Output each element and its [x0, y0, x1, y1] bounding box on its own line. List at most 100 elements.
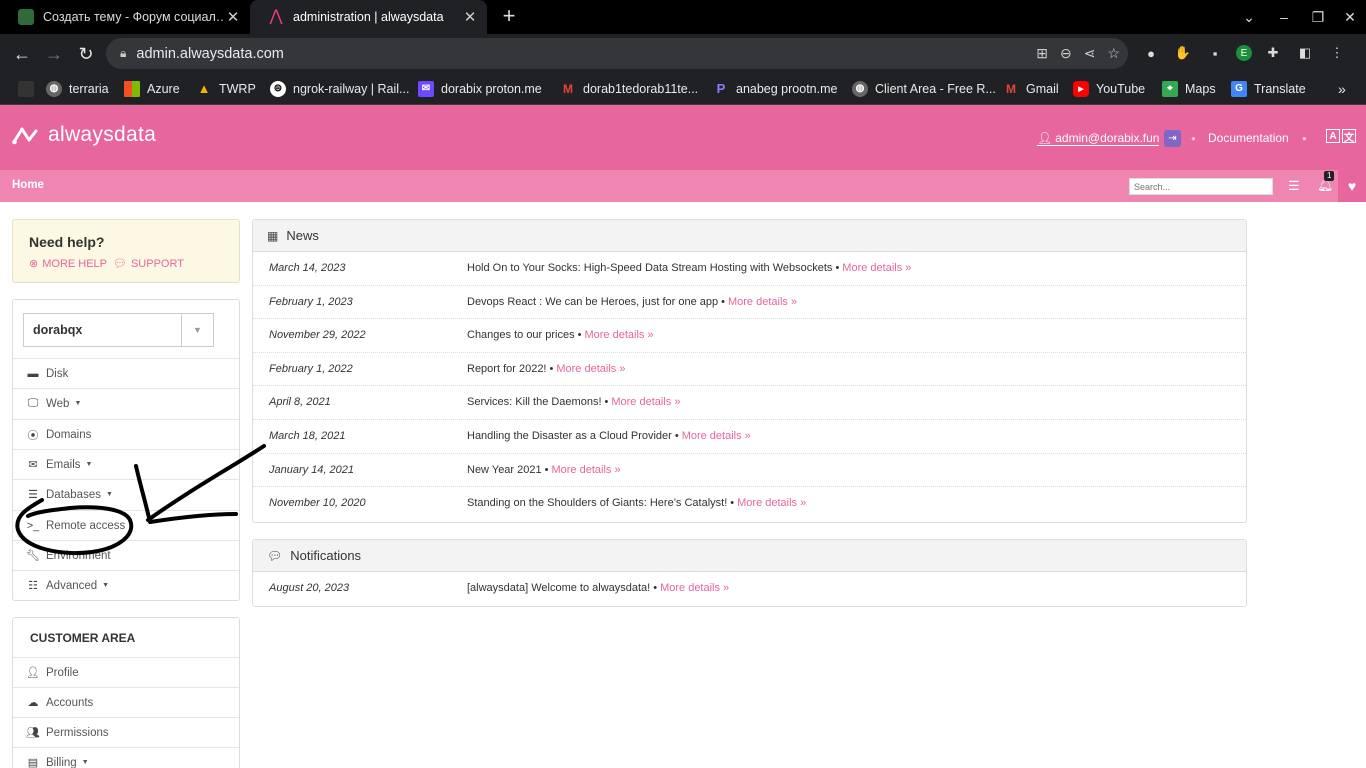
- tab-search-chevron-icon[interactable]: ⌄: [1232, 0, 1266, 34]
- bookmark-client-area[interactable]: ◍ Client Area - Free R...: [852, 72, 996, 105]
- zoom-icon[interactable]: ⊖: [1060, 45, 1072, 62]
- more-bookmarks-icon[interactable]: »: [1338, 72, 1346, 105]
- minimize-icon[interactable]: –: [1267, 0, 1301, 34]
- news-panel: ▦ News March 14, 2023 Hold On to Your So…: [252, 219, 1247, 523]
- browser-tab-alwaysdata[interactable]: ⋀ administration | alwaysdata ✕: [250, 0, 487, 34]
- more-details-link[interactable]: More details »: [584, 329, 653, 341]
- close-tab-icon[interactable]: ✕: [461, 8, 479, 26]
- sidebar-item-disk[interactable]: ▬ Disk: [13, 358, 239, 388]
- bookmark-dorabix-proton[interactable]: ✉ dorabix proton.me: [418, 72, 542, 105]
- chevron-down-icon[interactable]: ▼: [181, 314, 213, 346]
- more-details-link[interactable]: More details »: [842, 262, 911, 274]
- bookmark-twrp[interactable]: ▲ TWRP: [196, 72, 256, 105]
- sidebar-item-web[interactable]: 🖵︎ Web ▼: [13, 388, 239, 418]
- bookmark-label: terraria: [69, 81, 109, 96]
- documentation-link[interactable]: Documentation: [1208, 131, 1289, 145]
- news-text: Handling the Disaster as a Cloud Provide…: [467, 429, 672, 442]
- forward-icon[interactable]: →: [41, 41, 67, 67]
- sidebar-item-remote-access[interactable]: >_ Remote access: [13, 510, 239, 540]
- sidebar-item-advanced[interactable]: ☷ Advanced ▼: [13, 570, 239, 600]
- alwaysdata-logo[interactable]: alwaysdata: [12, 123, 156, 147]
- bookmark-maps[interactable]: ⌖ Maps: [1162, 72, 1216, 105]
- more-help-link[interactable]: ⊗ MORE HELP: [29, 257, 108, 271]
- microsoft-icon: [124, 80, 140, 97]
- bookmark-ngrok-railway[interactable]: ⊜ ngrok-railway | Rail...: [270, 72, 409, 105]
- news-panel-header: ▦ News: [253, 220, 1246, 252]
- maximize-icon[interactable]: ❐: [1301, 0, 1335, 34]
- account-select[interactable]: dorabqx ▼: [23, 313, 214, 347]
- google-drive-icon: ▲: [197, 81, 211, 96]
- task-list-icon[interactable]: ☰: [1288, 178, 1300, 194]
- more-help-label: MORE HELP: [42, 257, 108, 270]
- more-details-link[interactable]: More details »: [551, 464, 620, 476]
- translate-page-icon[interactable]: ⊞: [1036, 45, 1048, 62]
- bookmark-label: Client Area - Free R...: [875, 81, 996, 96]
- reload-icon[interactable]: ↻: [73, 41, 99, 67]
- breadcrumb-home[interactable]: Home: [12, 179, 44, 191]
- news-date: January 14, 2021: [269, 463, 355, 476]
- more-details-link[interactable]: More details »: [660, 582, 729, 594]
- heart-icon[interactable]: ♥: [1338, 170, 1366, 202]
- account-menu-panel: dorabqx ▼ ▬ Disk 🖵︎ Web ▼ ⦿ Domains ✉ Emails ▼…: [12, 299, 240, 601]
- more-details-link[interactable]: More details »: [728, 296, 797, 308]
- separator-dot: ●: [1191, 134, 1196, 143]
- bookmark-label: Maps: [1185, 81, 1216, 96]
- share-icon[interactable]: ⋖: [1084, 45, 1096, 62]
- extensions-puzzle-icon[interactable]: ✚: [1262, 42, 1284, 64]
- news-date: March 14, 2023: [269, 262, 346, 274]
- sidebar-item-environment[interactable]: 🔧︎ Environment: [13, 540, 239, 570]
- more-details-link[interactable]: More details »: [556, 363, 625, 375]
- bookmark-anabeg-proton[interactable]: Panabeg prootn.me: [713, 72, 838, 105]
- address-bar[interactable]: 🔒︎ admin.alwaysdata.com ⊞ ⊖ ⋖ ☆: [106, 38, 1128, 69]
- sidebar-item-permissions[interactable]: 👥︎ Permissions: [13, 717, 239, 747]
- browser-menu-icon[interactable]: ⋮: [1326, 42, 1348, 64]
- bookmark-translate[interactable]: G Translate: [1231, 72, 1306, 105]
- lock-icon: 🔒︎: [120, 46, 127, 60]
- notification-row: August 20, 2023 [alwaysdata] Welcome to …: [269, 582, 730, 594]
- caret-down-icon: ▼: [102, 582, 110, 589]
- bookmark-pinned[interactable]: [18, 72, 41, 105]
- sidebar-item-profile[interactable]: 👤︎ Profile: [13, 657, 239, 687]
- bookmark-azure[interactable]: Azure: [124, 72, 180, 105]
- close-window-icon[interactable]: ✕: [1333, 0, 1366, 34]
- user-icon: 👤︎: [26, 667, 40, 679]
- extension-avatar-icon[interactable]: ●: [1140, 42, 1162, 64]
- search-input[interactable]: [1129, 178, 1273, 195]
- new-tab-icon[interactable]: +: [497, 4, 521, 28]
- cloud-icon: ☁: [27, 697, 39, 709]
- envelope-icon: ✉: [28, 459, 38, 471]
- more-details-link[interactable]: More details »: [737, 497, 806, 509]
- bookmark-star-icon[interactable]: ☆: [1107, 45, 1120, 62]
- more-details-link[interactable]: More details »: [682, 430, 751, 442]
- bookmark-terraria[interactable]: ◍ terraria: [46, 72, 109, 105]
- sidebar-item-label: Permissions: [46, 726, 109, 739]
- sidebar-item-accounts[interactable]: ☁ Accounts: [13, 687, 239, 717]
- terminal-extension-icon[interactable]: ▪: [1204, 42, 1226, 64]
- bookmark-label: Azure: [147, 81, 180, 96]
- sidebar-item-domains[interactable]: ⦿ Domains: [13, 419, 239, 449]
- billing-icon: ▤: [27, 757, 39, 768]
- more-details-link[interactable]: More details »: [611, 396, 680, 408]
- language-switch-icon[interactable]: A文: [1326, 129, 1356, 144]
- close-tab-icon[interactable]: ✕: [224, 8, 242, 26]
- sidebar-item-emails[interactable]: ✉ Emails ▼: [13, 449, 239, 479]
- grammarly-extension-icon[interactable]: E: [1236, 45, 1252, 61]
- customer-area-panel: CUSTOMER AREA 👤︎ Profile ☁ Accounts 👥︎ Perm…: [12, 617, 240, 768]
- bookmark-dorab1tedorab11te[interactable]: Mdorab1tedorab11te...: [560, 72, 698, 105]
- bookmark-gmail[interactable]: M Gmail: [1003, 72, 1059, 105]
- sidebar-item-databases[interactable]: ☰ Databases ▼: [13, 479, 239, 509]
- news-title: News: [286, 228, 319, 243]
- news-text: Standing on the Shoulders of Giants: Her…: [467, 497, 728, 510]
- globe-icon: ◍: [46, 80, 62, 97]
- browser-tab-forum[interactable]: Создать тему - Форум социал… ✕: [0, 0, 250, 34]
- side-panel-icon[interactable]: ◧: [1294, 42, 1316, 64]
- support-link[interactable]: 💬︎ SUPPORT: [113, 257, 184, 271]
- back-icon[interactable]: ←: [9, 41, 35, 67]
- user-account-link[interactable]: 👤︎ admin@dorabix.fun: [1037, 131, 1160, 146]
- logout-icon[interactable]: ⇥: [1164, 130, 1181, 147]
- bookmark-youtube[interactable]: ▶ YouTube: [1073, 72, 1145, 105]
- url-text: admin.alwaysdata.com: [136, 45, 284, 62]
- bookmark-label: YouTube: [1096, 81, 1146, 96]
- sidebar-item-billing[interactable]: ▤ Billing ▼: [13, 747, 239, 768]
- adblock-icon[interactable]: ✋: [1172, 42, 1194, 64]
